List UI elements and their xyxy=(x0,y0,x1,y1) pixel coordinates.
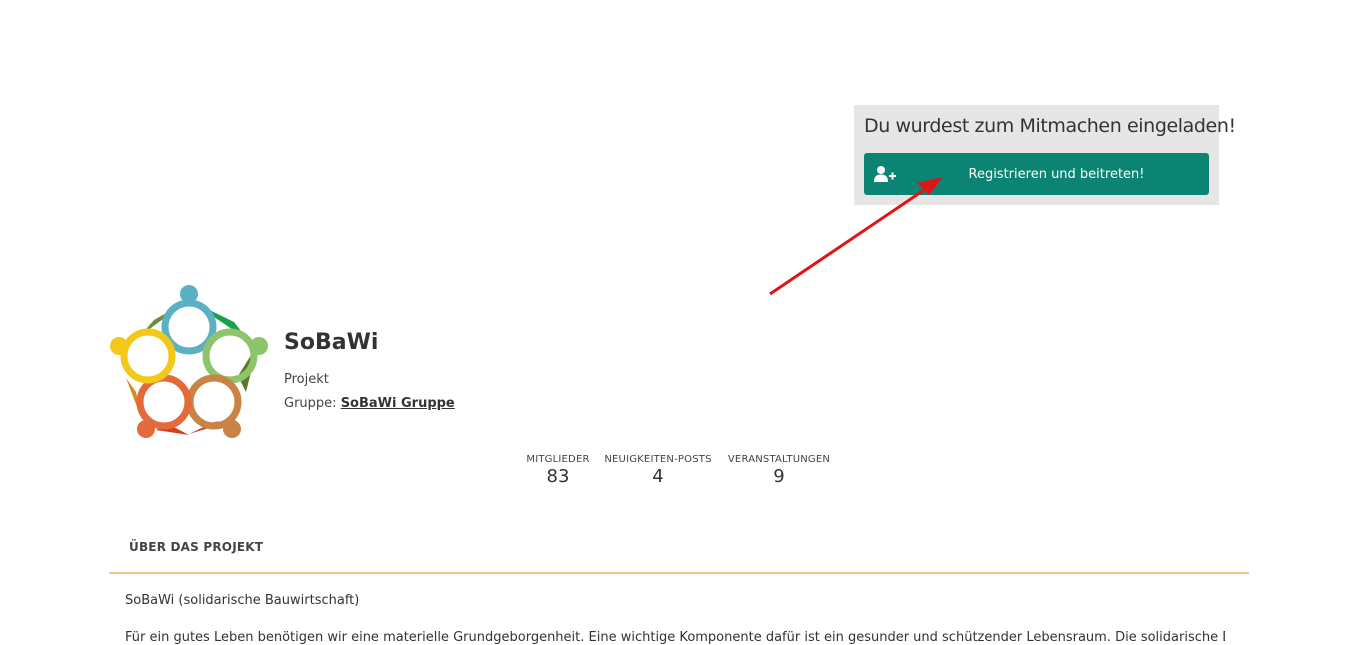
group-link[interactable]: SoBaWi Gruppe xyxy=(341,396,455,411)
stat-members[interactable]: MITGLIEDER 83 xyxy=(522,454,594,487)
project-title: SoBaWi xyxy=(284,330,379,355)
register-button-label: Registrieren und beitreten! xyxy=(968,166,1145,182)
group-prefix: Gruppe: xyxy=(284,396,337,411)
stat-events[interactable]: VERANSTALTUNGEN 9 xyxy=(724,454,834,487)
divider xyxy=(109,572,1249,574)
stat-value: 4 xyxy=(652,466,664,487)
stat-label: MITGLIEDER xyxy=(526,454,590,465)
stat-label: NEUIGKEITEN-POSTS xyxy=(604,454,712,465)
user-plus-icon xyxy=(874,166,896,182)
about-paragraph-1: SoBaWi (solidarische Bauwirtschaft) xyxy=(125,593,360,608)
stat-label: VERANSTALTUNGEN xyxy=(727,454,831,465)
stat-value: 9 xyxy=(773,466,785,487)
invite-panel: Du wurdest zum Mitmachen eingeladen! Reg… xyxy=(854,105,1236,205)
stat-value: 83 xyxy=(546,466,570,487)
invite-title: Du wurdest zum Mitmachen eingeladen! xyxy=(864,115,1236,137)
about-tab[interactable]: ÜBER DAS PROJEKT xyxy=(129,540,263,554)
project-logo xyxy=(110,285,268,438)
register-and-join-button[interactable]: Registrieren und beitreten! xyxy=(864,153,1209,195)
stat-news-posts[interactable]: NEUIGKEITEN-POSTS 4 xyxy=(602,454,714,487)
project-group: Gruppe: SoBaWi Gruppe xyxy=(284,396,455,411)
about-paragraph-2: Für ein gutes Leben benötigen wir eine m… xyxy=(125,630,1225,645)
project-type: Projekt xyxy=(284,372,329,387)
